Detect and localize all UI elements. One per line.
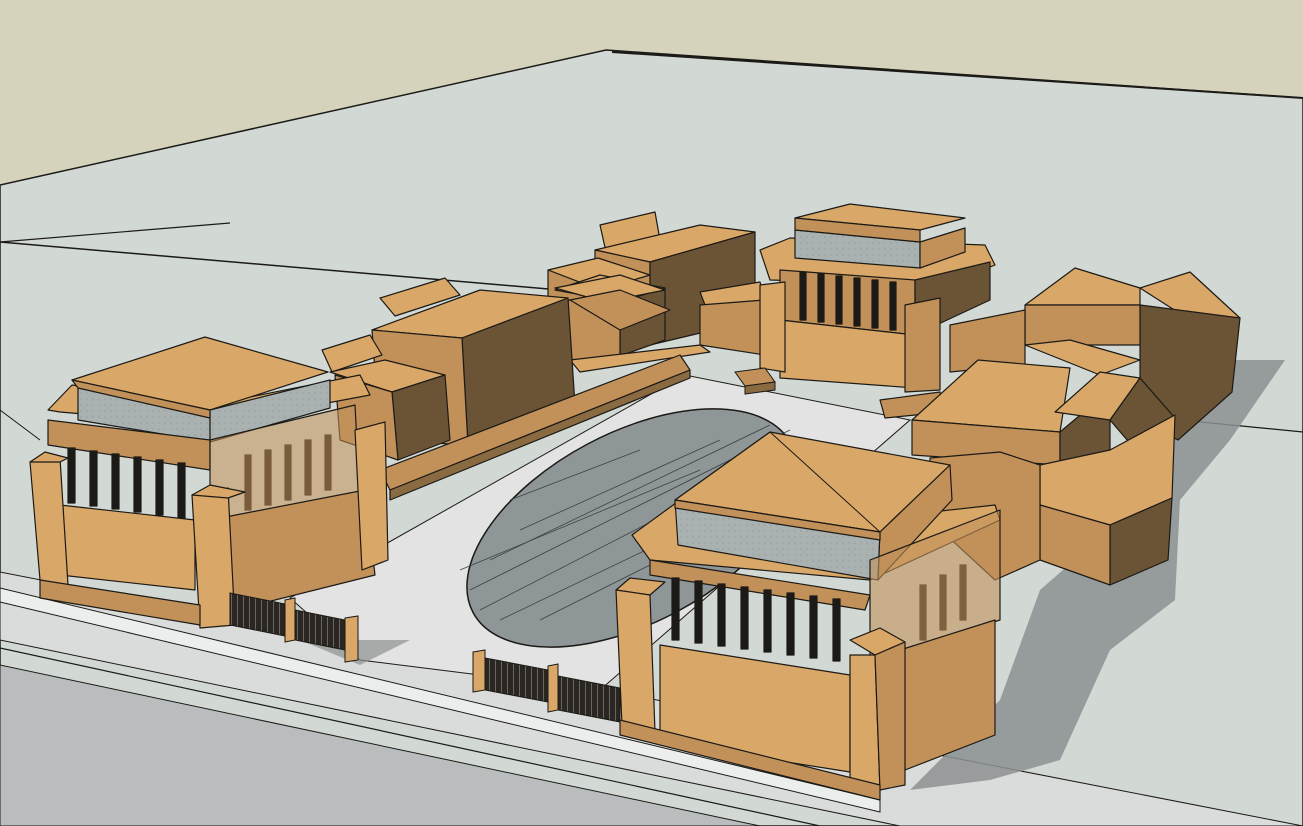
3d-model-viewport[interactable] — [0, 0, 1303, 826]
scene-canvas[interactable] — [0, 0, 1303, 826]
